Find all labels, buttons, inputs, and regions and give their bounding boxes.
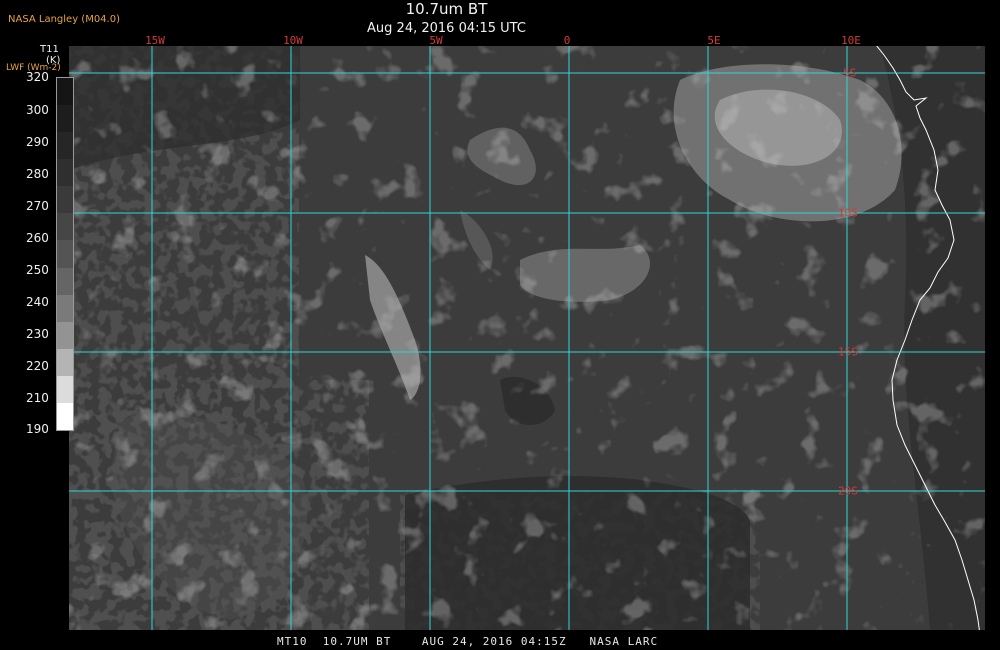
colorbar-swatch [57, 159, 73, 187]
colorbar-tick: 190 [26, 422, 49, 436]
longitude-label: 10W [283, 34, 303, 47]
latitude-label: 15S [838, 345, 858, 359]
colorbar-tick: 210 [26, 391, 49, 405]
longitude-label: 15W [145, 34, 165, 47]
colorbar-swatch [57, 348, 73, 377]
cloud-field [69, 46, 985, 630]
latitude-label: 5S [843, 66, 857, 80]
colorbar-tick: 320 [26, 70, 49, 84]
longitude-label: 5W [429, 34, 443, 47]
colorbar-swatch [57, 375, 73, 404]
colorbar-swatch [57, 294, 73, 323]
image-timestamp: Aug 24, 2016 04:15 UTC [367, 21, 526, 36]
colorbar-tick: 280 [26, 167, 49, 181]
colorbar-swatch [57, 267, 73, 296]
image-title: 10.7um BT [405, 0, 488, 18]
colorbar-swatch [57, 132, 73, 160]
longitude-label: 5E [707, 34, 721, 47]
longitude-label: 0 [563, 34, 571, 47]
colorbar-tick: 240 [26, 295, 49, 309]
colorbar-tick: 230 [26, 327, 49, 341]
colorbar-tick: 270 [26, 199, 49, 213]
colorbar-tick: 290 [26, 135, 49, 149]
colorbar-swatch [57, 240, 73, 269]
colorbar-swatch [57, 402, 73, 431]
colorbar-swatch [57, 186, 73, 214]
colorbar-swatch [57, 78, 73, 106]
colorbar-tick: 250 [26, 263, 49, 277]
colorbar-variable: T11 [40, 44, 59, 55]
satellite-map [69, 46, 985, 630]
satellite-image-view: NASA Langley (M04.0) 10.7um BT Aug 24, 2… [0, 0, 1000, 650]
colorbar-tick: 220 [26, 359, 49, 373]
colorbar-tick: 260 [26, 231, 49, 245]
footer-caption: MT10 10.7UM BT AUG 24, 2016 04:15Z NASA … [277, 635, 659, 648]
longitude-label: 10E [841, 34, 861, 47]
colorbar-swatch [57, 321, 73, 350]
latitude-label: 10S [838, 206, 858, 220]
latitude-label: 20S [838, 484, 858, 498]
colorbar [56, 77, 74, 431]
colorbar-tick: 300 [26, 103, 49, 117]
colorbar-swatch [57, 105, 73, 133]
colorbar-swatch [57, 213, 73, 241]
